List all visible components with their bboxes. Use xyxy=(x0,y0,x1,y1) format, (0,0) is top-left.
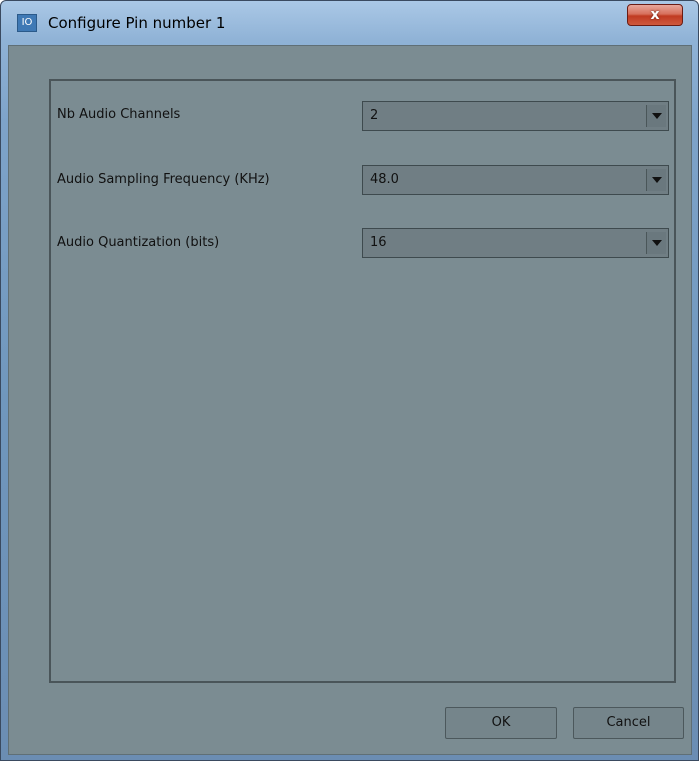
sampling-frequency-select[interactable]: 48.0 xyxy=(362,165,669,195)
dropdown-arrow-icon[interactable] xyxy=(646,232,666,254)
close-button[interactable]: x xyxy=(627,4,683,26)
sampling-frequency-label: Audio Sampling Frequency (KHz) xyxy=(57,172,270,187)
audio-channels-label: Nb Audio Channels xyxy=(57,107,181,122)
dropdown-arrow-icon[interactable] xyxy=(646,105,666,127)
dialog-window: IO Configure Pin number 1 x Nb Audio Cha… xyxy=(0,0,699,761)
ok-button[interactable]: OK xyxy=(445,707,557,739)
cancel-button[interactable]: Cancel xyxy=(573,707,684,739)
audio-channels-select[interactable]: 2 xyxy=(362,101,669,131)
audio-channels-value: 2 xyxy=(370,108,379,123)
title-bar[interactable]: IO Configure Pin number 1 x xyxy=(1,1,698,45)
quantization-label: Audio Quantization (bits) xyxy=(57,235,220,250)
window-title: Configure Pin number 1 xyxy=(48,14,226,32)
dropdown-arrow-icon[interactable] xyxy=(646,169,666,191)
quantization-value: 16 xyxy=(370,235,387,250)
dialog-body: Nb Audio Channels 2 Audio Sampling Frequ… xyxy=(8,45,692,755)
settings-group: Nb Audio Channels 2 Audio Sampling Frequ… xyxy=(49,79,676,683)
quantization-select[interactable]: 16 xyxy=(362,228,669,258)
app-icon: IO xyxy=(17,14,37,32)
sampling-frequency-value: 48.0 xyxy=(370,172,399,187)
